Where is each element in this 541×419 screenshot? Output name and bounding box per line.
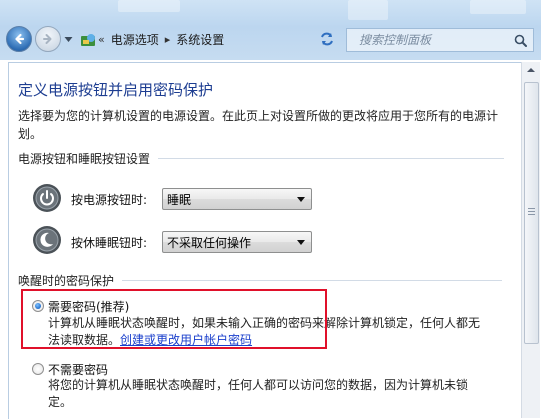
background-window-ghost [118, 0, 180, 12]
breadcrumb: « 电源选项 ▸ 系统设置 [98, 28, 300, 50]
no-password-desc-line2: 定。 [48, 395, 73, 409]
sleep-button-action-label: 按休睡眠钮时: [71, 236, 148, 250]
back-button[interactable] [6, 26, 32, 52]
scroll-up-arrow-icon[interactable] [525, 64, 537, 76]
content-pane: 定义电源按钮并启用密码保护 选择要为您的计算机设置的电源设置。在此页上对设置所做… [8, 62, 521, 419]
page-description: 选择要为您的计算机设置的电源设置。在此页上对设置所做的更改将应用于您所有的电源计… [18, 109, 499, 141]
power-button-icon [33, 184, 61, 212]
no-password-desc-line1: 将您的计算机从睡眠状态唤醒时，任何人都可以访问您的数据，因为计算机未锁 [48, 378, 469, 392]
control-panel-icon [81, 34, 95, 46]
forward-arrow-icon [43, 34, 52, 44]
search-box[interactable] [346, 28, 534, 52]
breadcrumb-overflow-icon[interactable]: « [98, 33, 105, 46]
sleep-button-icon [33, 226, 61, 254]
power-button-action-label: 按电源按钮时: [71, 193, 148, 207]
chevron-down-icon [297, 197, 305, 202]
power-buttons-group-header: 电源按钮和睡眠按钮设置 [18, 150, 505, 167]
chevron-down-icon [297, 240, 305, 245]
sleep-button-action-select[interactable]: 不采取任何操作 [162, 231, 312, 253]
sleep-button-action-value: 不采取任何操作 [167, 235, 252, 250]
background-window-ghost [470, 0, 526, 14]
password-group-header: 唤醒时的密码保护 [18, 272, 503, 289]
breadcrumb-separator-icon[interactable]: ▸ [165, 33, 171, 46]
power-button-action-select[interactable]: 睡眠 [162, 188, 312, 210]
page-title: 定义电源按钮并启用密码保护 [18, 81, 214, 99]
navigation-bar: « 电源选项 ▸ 系统设置 [0, 22, 541, 58]
thumb-grip [528, 208, 535, 209]
breadcrumb-item-system-settings[interactable]: 系统设置 [176, 31, 224, 48]
thumb-grip [528, 214, 535, 215]
window-chrome: « 电源选项 ▸ 系统设置 [0, 0, 541, 60]
group-divider [158, 158, 505, 159]
recent-pages-dropdown-icon[interactable] [64, 36, 73, 43]
power-buttons-heading: 电源按钮和睡眠按钮设置 [18, 152, 151, 166]
search-icon[interactable] [514, 34, 527, 47]
no-password-description: 将您的计算机从睡眠状态唤醒时，任何人都可以访问您的数据，因为计算机未锁 定。 [48, 377, 518, 411]
thumb-grip [528, 211, 535, 212]
background-window-ghost [348, 0, 388, 20]
forward-button[interactable] [35, 26, 61, 52]
vertical-scrollbar[interactable] [521, 62, 540, 418]
group-divider [122, 280, 503, 281]
power-button-action-value: 睡眠 [167, 192, 192, 207]
refresh-icon[interactable] [318, 31, 336, 47]
highlight-box [21, 289, 327, 349]
scrollbar-thumb[interactable] [524, 82, 539, 344]
search-input[interactable] [357, 32, 511, 48]
back-arrow-icon [15, 33, 25, 45]
no-password-radio[interactable] [32, 363, 44, 375]
password-heading: 唤醒时的密码保护 [18, 274, 115, 288]
breadcrumb-item-power-options[interactable]: 电源选项 [111, 31, 159, 48]
no-password-label[interactable]: 不需要密码 [48, 361, 108, 378]
